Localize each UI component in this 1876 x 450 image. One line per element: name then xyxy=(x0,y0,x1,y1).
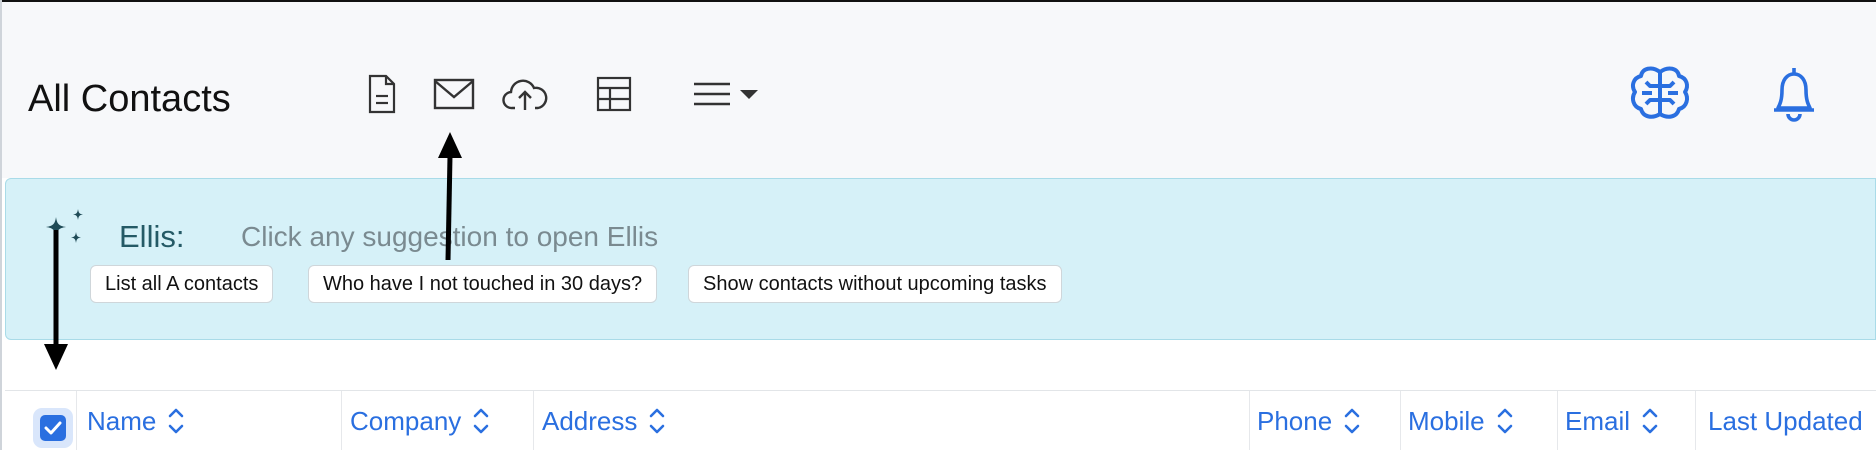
table-header: Name Company Address Phone Mobile Email … xyxy=(5,390,1876,450)
check-icon xyxy=(44,421,62,435)
sort-icon xyxy=(1495,404,1515,438)
column-divider xyxy=(341,391,342,450)
column-label: Phone xyxy=(1257,405,1333,436)
document-icon[interactable] xyxy=(360,72,404,116)
cloud-upload-icon[interactable] xyxy=(500,72,550,116)
suggestion-chip[interactable]: List all A contacts xyxy=(90,265,274,303)
column-header-email[interactable]: Email xyxy=(1565,391,1660,450)
select-all-checkbox[interactable] xyxy=(33,408,73,448)
sort-icon xyxy=(1640,404,1660,438)
column-label: Last Updated xyxy=(1708,405,1863,436)
column-label: Mobile xyxy=(1408,405,1485,436)
column-header-address[interactable]: Address xyxy=(542,391,667,450)
column-divider xyxy=(76,391,77,450)
bell-icon[interactable] xyxy=(1770,64,1818,127)
assistant-banner: Ellis: Click any suggestion to open Elli… xyxy=(5,178,1876,340)
mail-icon[interactable] xyxy=(430,72,478,116)
column-header-last-updated[interactable]: Last Updated xyxy=(1708,391,1863,450)
sparkle-icon xyxy=(42,207,90,256)
column-label: Address xyxy=(542,405,638,436)
sort-icon xyxy=(166,404,186,438)
column-label: Name xyxy=(87,405,157,436)
table-icon[interactable] xyxy=(592,72,636,116)
caret-down-icon xyxy=(740,90,758,99)
page-header: All Contacts xyxy=(2,2,1876,178)
column-label: Company xyxy=(350,405,462,436)
menu-icon xyxy=(694,82,730,106)
column-divider xyxy=(1400,391,1401,450)
column-header-name[interactable]: Name xyxy=(87,391,186,450)
column-divider xyxy=(1695,391,1696,450)
column-divider xyxy=(533,391,534,450)
suggestion-chip[interactable]: Who have I not touched in 30 days? xyxy=(308,265,658,303)
sort-icon xyxy=(471,404,491,438)
column-header-company[interactable]: Company xyxy=(350,391,491,450)
page-title: All Contacts xyxy=(28,78,231,120)
brain-icon[interactable] xyxy=(1628,64,1692,127)
assistant-hint: Click any suggestion to open Ellis xyxy=(241,221,659,252)
assistant-name: Ellis: xyxy=(119,219,185,254)
column-divider xyxy=(1249,391,1250,450)
suggestion-chip[interactable]: Show contacts without upcoming tasks xyxy=(688,265,1062,303)
column-divider xyxy=(1557,391,1558,450)
sort-icon xyxy=(647,404,667,438)
window-left-border xyxy=(0,0,2,450)
sort-icon xyxy=(1342,404,1362,438)
view-menu-button[interactable] xyxy=(688,72,764,116)
column-header-phone[interactable]: Phone xyxy=(1257,391,1362,450)
column-label: Email xyxy=(1565,405,1631,436)
column-header-mobile[interactable]: Mobile xyxy=(1408,391,1515,450)
